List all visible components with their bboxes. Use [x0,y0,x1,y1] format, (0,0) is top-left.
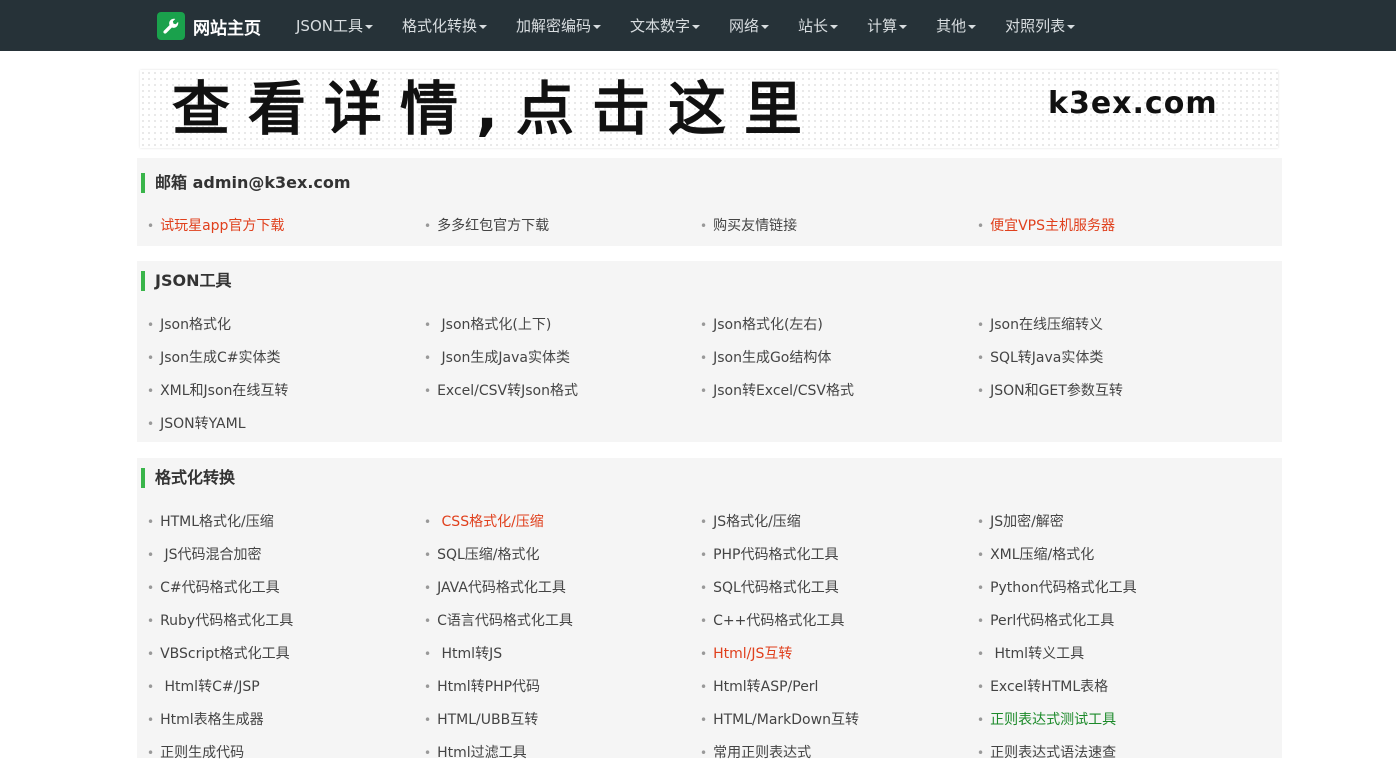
caret-down-icon [899,24,908,29]
tool-link[interactable]: Html转C#/JSP [147,678,260,696]
tool-link[interactable]: 多多红包官方下载 [424,217,549,235]
tool-link[interactable]: 便宜VPS主机服务器 [977,217,1115,235]
tool-link[interactable]: Json转Excel/CSV格式 [700,382,854,400]
menu-label: 网络 [729,17,760,35]
banner-headline: 查看详情,点击这里 [172,75,821,143]
tool-link[interactable]: HTML/UBB互转 [424,711,538,729]
tool-link[interactable]: 购买友情链接 [700,217,797,235]
section-title: 格式化转换 [141,468,235,488]
menu-label: 文本数字 [630,17,691,35]
caret-down-icon [968,24,977,29]
menu-label: 格式化转换 [401,17,477,35]
section-title: 邮箱 admin@k3ex.com [141,173,351,193]
menu-label: 其他 [936,17,967,35]
tool-link[interactable]: Json生成Go结构体 [700,349,831,367]
caret-down-icon [593,24,602,29]
tool-link[interactable]: C++代码格式化工具 [700,612,844,630]
tool-link[interactable]: SQL转Java实体类 [977,349,1103,367]
tool-link[interactable]: SQL代码格式化工具 [700,579,839,597]
menu-encrypt-encode[interactable]: 加解密编码 [516,15,602,36]
menu-reference-lists[interactable]: 对照列表 [1005,15,1076,36]
tool-link[interactable]: Html转ASP/Perl [700,678,818,696]
tool-link[interactable]: Perl代码格式化工具 [977,612,1114,630]
tool-link[interactable]: Json生成C#实体类 [147,349,280,367]
caret-down-icon [1067,24,1076,29]
menu-format-convert[interactable]: 格式化转换 [402,15,487,36]
menu-label: 加解密编码 [516,17,592,35]
tool-link[interactable]: Html/JS互转 [700,645,792,663]
section-format-convert: 格式化转换 HTML格式化/压缩 CSS格式化/压缩 JS格式化/压缩 JS加密/解… [137,458,1282,761]
menu-other[interactable]: 其他 [936,15,977,36]
tool-link[interactable]: 正则表达式测试工具 [977,711,1116,729]
tool-link[interactable]: JS加密/解密 [977,513,1064,531]
ad-banner[interactable]: 查看详情,点击这里 k3ex.com [140,70,1278,148]
tool-link[interactable]: JS代码混合加密 [147,546,262,564]
menu-webmaster[interactable]: 站长 [798,15,839,36]
brand-home-link[interactable]: 网站主页 [157,12,261,40]
tool-link[interactable]: Json生成Java实体类 [424,349,570,367]
tool-link[interactable]: 正则表达式语法速查 [977,744,1116,762]
tool-link[interactable]: VBScript格式化工具 [147,645,290,663]
tool-link[interactable]: Python代码格式化工具 [977,579,1137,597]
caret-down-icon [479,24,487,29]
tool-link[interactable]: Excel转HTML表格 [977,678,1108,696]
tool-link[interactable]: Html转PHP代码 [424,678,540,696]
tool-link[interactable]: JSON和GET参数互转 [977,382,1123,400]
menu-label: 对照列表 [1005,17,1066,35]
tool-link[interactable]: C语言代码格式化工具 [424,612,573,630]
caret-down-icon [692,24,701,29]
wrench-icon [157,12,185,40]
tool-link[interactable]: SQL压缩/格式化 [424,546,539,564]
menu-calculate[interactable]: 计算 [867,15,908,36]
tool-link[interactable]: Html转义工具 [977,645,1085,663]
tool-link[interactable]: Ruby代码格式化工具 [147,612,293,630]
menu-label: 站长 [798,17,829,35]
caret-down-icon [761,24,770,29]
tool-link[interactable]: Json格式化 [147,316,231,334]
caret-down-icon [830,24,839,29]
menu-text-number[interactable]: 文本数字 [630,15,701,36]
tool-link[interactable]: CSS格式化/压缩 [424,513,544,531]
tool-link[interactable]: HTML格式化/压缩 [147,513,274,531]
tool-link[interactable]: Excel/CSV转Json格式 [424,382,578,400]
top-navbar: 网站主页 JSON工具 格式化转换 加解密编码 文本数字 网络 站长 计算 其他… [0,0,1396,51]
menu-label: 计算 [867,17,898,35]
tool-link[interactable]: Json在线压缩转义 [977,316,1103,334]
tool-link[interactable]: Html过滤工具 [424,744,527,762]
section-json-tools: JSON工具 Json格式化 Json格式化(上下) Json格式化(左右) Jso… [137,261,1282,442]
menu-json-tools[interactable]: JSON工具 [296,15,373,36]
tool-link[interactable]: PHP代码格式化工具 [700,546,838,564]
tool-link[interactable]: XML压缩/格式化 [977,546,1094,564]
caret-down-icon [364,24,373,29]
tool-link[interactable]: XML和Json在线互转 [147,382,288,400]
tool-link[interactable]: HTML/MarkDown互转 [700,711,859,729]
tool-link[interactable]: 常用正则表达式 [700,744,811,762]
tool-link[interactable]: JAVA代码格式化工具 [424,579,566,597]
section-contact: 邮箱 admin@k3ex.com 试玩星app官方下载 多多红包官方下载 购买友情… [137,158,1282,246]
tool-link[interactable]: Html表格生成器 [147,711,264,729]
menu-network[interactable]: 网络 [729,15,770,36]
section-title: JSON工具 [141,271,231,291]
main-menu: JSON工具 格式化转换 加解密编码 文本数字 网络 站长 计算 其他 对照列表 [296,0,1104,51]
brand-label: 网站主页 [193,18,261,39]
tool-link[interactable]: 正则生成代码 [147,744,244,762]
tool-link[interactable]: Json格式化(上下) [424,316,552,334]
tool-link[interactable]: Json格式化(左右) [700,316,823,334]
banner-site-name: k3ex.com [1048,86,1218,121]
menu-label: JSON工具 [296,17,363,35]
tool-link[interactable]: Html转JS [424,645,503,663]
tool-link[interactable]: 试玩星app官方下载 [147,217,284,235]
tool-link[interactable]: JS格式化/压缩 [700,513,801,531]
tool-link[interactable]: JSON转YAML [147,415,245,433]
tool-link[interactable]: C#代码格式化工具 [147,579,280,597]
